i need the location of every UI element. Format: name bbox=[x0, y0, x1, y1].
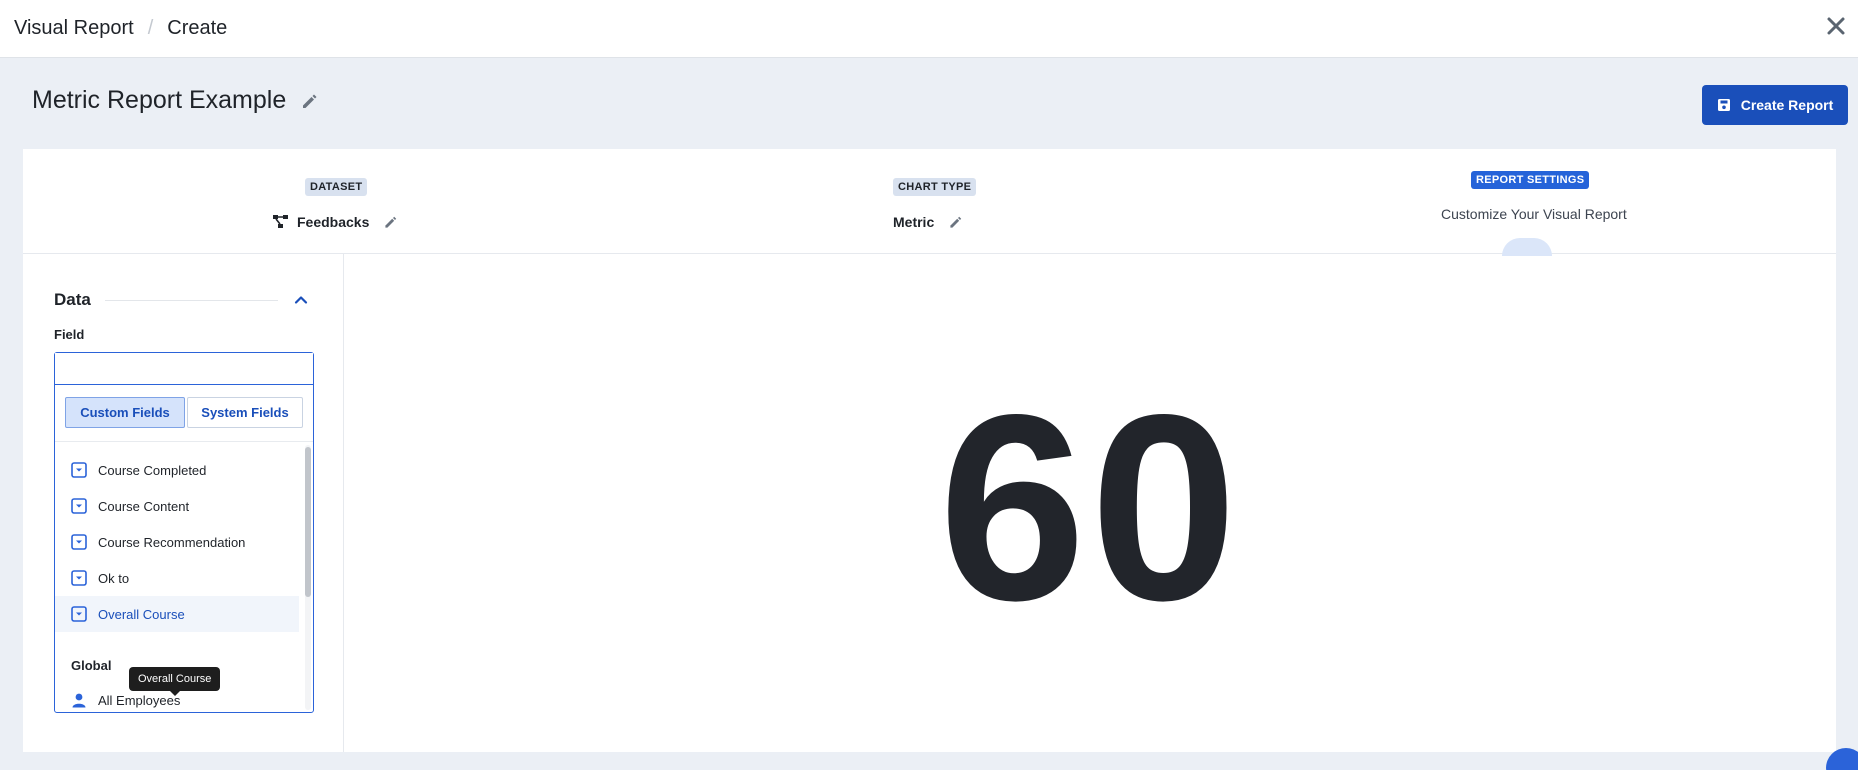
list-item[interactable]: Course Completed bbox=[55, 452, 299, 488]
dropdown-field-icon bbox=[71, 462, 87, 478]
report-settings-subtitle: Customize Your Visual Report bbox=[1441, 206, 1627, 222]
list-item-label: Ok to bbox=[98, 570, 130, 586]
dataset-edit-icon[interactable] bbox=[383, 214, 399, 230]
chart-type-value[interactable]: Metric bbox=[893, 214, 964, 230]
list-item[interactable]: Overall Course bbox=[55, 596, 299, 632]
list-item[interactable]: Course Recommendation bbox=[55, 524, 299, 560]
list-item-label: Course Completed bbox=[98, 462, 207, 478]
data-section-title: Data bbox=[54, 290, 91, 309]
dataset-value[interactable]: Feedbacks bbox=[273, 214, 399, 230]
list-item-label: Overall Course bbox=[98, 606, 185, 622]
steps-bar: DATASET Feedbacks CHART TYPE Metric REPO… bbox=[23, 149, 1836, 256]
page-title: Metric Report Example bbox=[32, 86, 287, 114]
chart-type-edit-icon[interactable] bbox=[948, 214, 964, 230]
list-item[interactable]: Ok to bbox=[55, 560, 299, 596]
custom-fields-tab[interactable]: Custom Fields bbox=[65, 397, 185, 428]
create-report-label: Create Report bbox=[1740, 97, 1834, 113]
group-label-global: Global bbox=[71, 658, 112, 673]
pencil-icon[interactable] bbox=[300, 91, 320, 111]
metric-display: 60 bbox=[344, 254, 1836, 752]
scrollbar[interactable] bbox=[305, 445, 311, 710]
breadcrumb-root[interactable]: Visual Report bbox=[14, 17, 134, 40]
chevron-up-icon[interactable] bbox=[292, 291, 310, 309]
list-item-label: All Employees bbox=[98, 692, 181, 708]
dropdown-field-icon bbox=[71, 606, 87, 622]
user-icon bbox=[72, 693, 86, 708]
field-type-tabs: Custom Fields System Fields bbox=[65, 397, 303, 428]
list-item[interactable]: Course Content bbox=[55, 488, 299, 524]
data-panel: Data Field Custom Fields System Fields C… bbox=[23, 254, 344, 752]
dropdown-field-icon bbox=[71, 498, 87, 514]
dataset-icon bbox=[273, 215, 288, 228]
divider bbox=[104, 299, 278, 301]
scrollbar-thumb[interactable] bbox=[305, 447, 311, 597]
chart-type-label: Metric bbox=[893, 214, 935, 230]
dropdown-field-icon bbox=[71, 534, 87, 550]
report-builder-card: DATASET Feedbacks CHART TYPE Metric REPO… bbox=[23, 149, 1836, 752]
dataset-tag: DATASET bbox=[305, 178, 368, 196]
title-row: Metric Report Example bbox=[32, 86, 320, 115]
metric-value: 60 bbox=[938, 359, 1242, 656]
chart-type-tag: CHART TYPE bbox=[893, 178, 977, 196]
create-report-button[interactable]: Create Report bbox=[1702, 85, 1848, 125]
breadcrumb-current: Create bbox=[167, 17, 228, 39]
system-fields-tab[interactable]: System Fields bbox=[187, 397, 303, 428]
field-label: Field bbox=[54, 327, 85, 342]
data-section-header: Data bbox=[54, 290, 310, 310]
dropdown-field-icon bbox=[71, 570, 87, 586]
top-bar: Visual Report / Create bbox=[0, 0, 1858, 58]
list-item-label: Course Recommendation bbox=[98, 534, 246, 550]
field-dropdown: Custom Fields System Fields Course Compl… bbox=[54, 352, 314, 713]
list-item-label: Course Content bbox=[98, 498, 190, 514]
tooltip: Overall Course bbox=[129, 667, 221, 696]
save-icon bbox=[1717, 99, 1730, 111]
report-settings-tag[interactable]: REPORT SETTINGS bbox=[1471, 171, 1590, 189]
field-search-input[interactable] bbox=[55, 353, 313, 385]
breadcrumb-separator: / bbox=[147, 17, 154, 39]
dataset-label: Feedbacks bbox=[297, 214, 370, 230]
close-icon[interactable] bbox=[1824, 14, 1848, 38]
